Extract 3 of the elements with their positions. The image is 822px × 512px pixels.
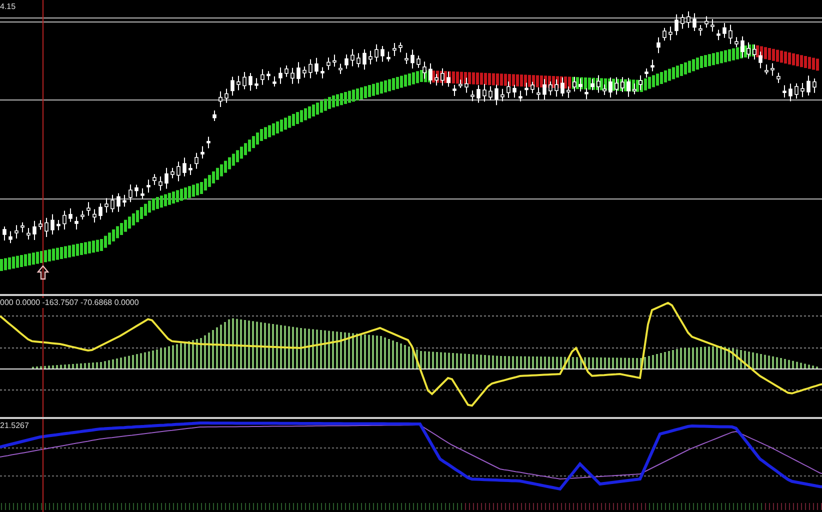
indicator-values-label: 000 0.0000 -163.7507 -70.6868 0.0000 [0, 298, 139, 308]
indicator-value-label: 21.5267 [0, 421, 29, 431]
price-label: 4.15 [0, 2, 16, 12]
